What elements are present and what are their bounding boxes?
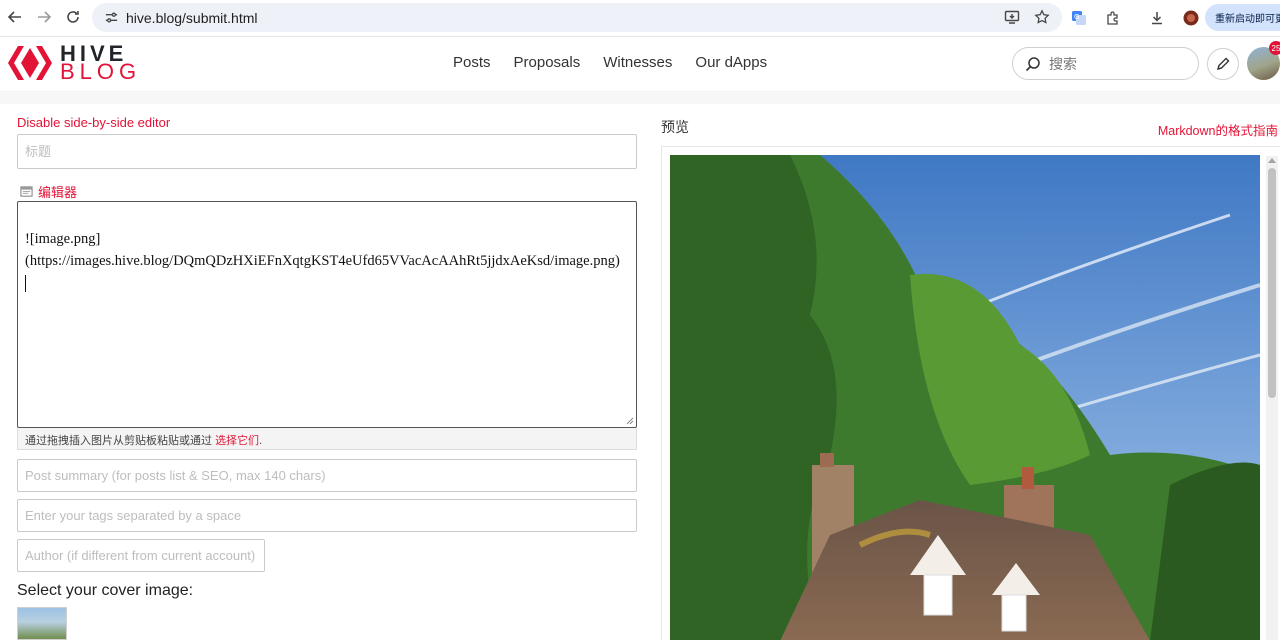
upload-hint: 通过拖拽插入图片从剪贴板粘贴或通过 选择它们. [17,428,637,450]
nav-witnesses[interactable]: Witnesses [603,54,672,71]
text-caret [25,275,26,293]
top-navigation: Posts Proposals Witnesses Our dApps [453,54,767,71]
extensions-puzzle-icon[interactable] [1102,7,1124,29]
search-input[interactable] [1049,55,1179,72]
hive-logo-icon [8,46,52,80]
svg-text:G: G [1074,13,1079,21]
search-icon [1025,56,1040,71]
restart-to-update-button[interactable]: 重新启动即可更新 [1205,4,1280,31]
markdown-guide-link[interactable]: Markdown的格式指南 [1158,120,1278,139]
title-field[interactable] [17,134,637,169]
notification-badge: 25 [1269,41,1280,55]
download-icon[interactable] [1146,7,1168,29]
profile-avatar-icon[interactable] [1180,7,1202,29]
forward-arrow-icon [38,11,52,23]
create-post-button[interactable] [1207,48,1239,80]
body-line-2: (https://images.hive.blog/DQmQDzHXiEFnXq… [25,253,620,269]
upload-hint-text: 通过拖拽插入图片从剪贴板粘贴或通过 [25,435,212,447]
post-body-textarea[interactable]: ![image.png] (https://images.hive.blog/D… [17,201,637,428]
nav-posts[interactable]: Posts [453,54,491,71]
preview-pane [661,146,1280,640]
cover-image-thumbnail[interactable] [17,607,67,640]
install-app-icon[interactable] [1004,9,1020,30]
editor-toggle[interactable]: 编辑器 [20,182,77,201]
scrollbar-thumb[interactable] [1268,168,1276,398]
body-line-1: ![image.png] [25,231,101,247]
tags-input[interactable] [25,508,636,523]
header-divider-band [0,92,1280,104]
reload-icon [67,11,79,23]
editor-window-icon [20,186,33,197]
back-button[interactable] [1,3,29,31]
tags-field[interactable] [17,499,637,532]
preview-heading: 预览 [661,119,689,135]
logo-text-blog: BLOG [60,59,142,84]
pencil-icon [1216,57,1230,71]
preview-cottage-image [670,155,1260,640]
hive-blog-logo[interactable]: HIVE BLOG [8,43,142,84]
disable-side-by-side-link[interactable]: Disable side-by-side editor [17,115,170,130]
browser-toolbar: hive.blog/submit.html G 重新启动即可更新 [0,0,1280,35]
summary-input[interactable] [25,468,636,483]
author-input[interactable] [25,548,264,563]
address-bar[interactable]: hive.blog/submit.html [92,3,1062,32]
summary-field[interactable] [17,459,637,492]
nav-our-dapps[interactable]: Our dApps [695,54,767,71]
site-header: HIVE BLOG Posts Proposals Witnesses Our … [0,36,1280,91]
bookmark-star-icon[interactable] [1034,9,1050,30]
author-field[interactable] [17,539,265,572]
resize-handle-icon[interactable] [626,417,634,425]
translate-icon[interactable]: G [1068,7,1090,29]
search-box[interactable] [1012,47,1199,80]
url-text: hive.blog/submit.html [126,9,258,26]
scroll-up-arrow-icon[interactable] [1268,158,1276,163]
upload-hint-end: . [259,435,263,447]
forward-button[interactable] [30,3,58,31]
title-input[interactable] [25,144,636,159]
back-arrow-icon [7,11,21,23]
editor-label-text: 编辑器 [38,185,78,200]
editor-column: Disable side-by-side editor 编辑器 ![image.… [0,104,650,640]
cover-image-heading: Select your cover image: [17,582,194,599]
site-info-icon[interactable] [96,10,126,25]
select-images-link[interactable]: 选择它们 [215,435,259,447]
nav-proposals[interactable]: Proposals [514,54,581,71]
preview-scrollbar[interactable] [1266,156,1278,640]
reload-button[interactable] [59,3,87,31]
